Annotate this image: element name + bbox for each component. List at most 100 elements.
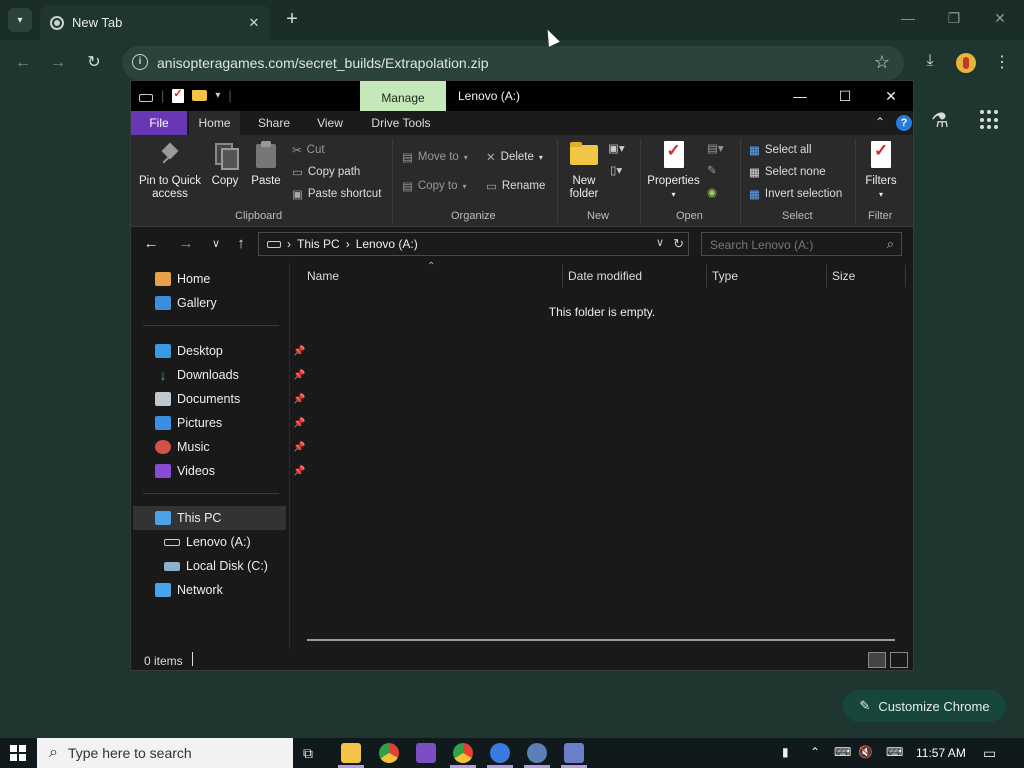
chrome-profile-app-icon[interactable]	[453, 743, 473, 763]
nav-item-videos[interactable]: Videos 📌	[155, 460, 305, 482]
forward-icon[interactable]: →	[47, 52, 69, 74]
new-folder-qat-icon[interactable]	[192, 90, 208, 101]
back-icon[interactable]: ←	[12, 52, 34, 74]
volume-muted-icon[interactable]: 🔇	[858, 745, 873, 759]
rename-button[interactable]: ▭ Rename	[486, 179, 545, 193]
copy-path-button[interactable]: ▭ Copy path	[292, 165, 360, 179]
nav-item-this-pc[interactable]: This PC	[155, 507, 221, 529]
nav-item-gallery[interactable]: Gallery	[155, 292, 217, 314]
column-size[interactable]: Size	[832, 269, 855, 283]
info-icon[interactable]: i	[132, 54, 148, 70]
breadcrumb-this-pc[interactable]: This PC	[297, 237, 340, 251]
notifications-icon[interactable]: ▭	[983, 745, 996, 762]
paste-button[interactable]: Paste	[247, 141, 285, 188]
taskbar-clock[interactable]: 11:57 AM	[916, 746, 966, 760]
filters-button[interactable]: Filters ▾	[862, 141, 900, 201]
forward-icon[interactable]: →	[176, 235, 196, 252]
close-window-icon[interactable]: ✕	[990, 10, 1010, 30]
visual-studio-app-icon[interactable]	[416, 743, 436, 763]
copy-button[interactable]: Copy	[207, 141, 243, 188]
column-divider[interactable]	[706, 265, 707, 287]
properties-qat-icon[interactable]	[172, 87, 185, 103]
chrome-app-icon[interactable]	[379, 743, 399, 763]
horizontal-scrollbar[interactable]	[307, 639, 895, 641]
delete-button[interactable]: ✕ Delete ▾	[486, 150, 543, 164]
file-explorer-app-icon[interactable]	[341, 743, 361, 763]
column-name[interactable]: Name	[307, 269, 339, 283]
help-icon[interactable]: ?	[896, 115, 912, 131]
column-divider[interactable]	[826, 265, 827, 287]
tab-search-button[interactable]: ▾	[8, 8, 32, 32]
collapse-ribbon-icon[interactable]: ⌃	[875, 115, 885, 129]
taskbar-search-input[interactable]: ⌕ Type here to search	[37, 738, 293, 768]
settings-app-icon[interactable]	[527, 743, 547, 763]
move-to-button[interactable]: ▤ Move to ▾	[402, 150, 468, 164]
download-icon[interactable]: ⤓	[919, 52, 941, 74]
refresh-icon[interactable]: ↻	[673, 236, 684, 252]
qat-dropdown-icon[interactable]: ▾	[215, 90, 220, 101]
large-icons-view-button[interactable]	[890, 652, 908, 668]
address-dropdown-icon[interactable]: ∨	[656, 236, 664, 249]
customize-chrome-button[interactable]: ✎ Customize Chrome	[843, 690, 1006, 722]
recent-locations-icon[interactable]: ∨	[206, 237, 226, 250]
invert-selection-button[interactable]: ▦ Invert selection	[749, 187, 842, 201]
menu-icon[interactable]: ⋮	[991, 52, 1013, 74]
nav-item-home[interactable]: Home	[155, 268, 210, 290]
close-icon[interactable]: ✕	[244, 13, 264, 33]
history-button[interactable]: ◉	[707, 185, 717, 199]
keyboard-icon[interactable]: ⌨	[886, 745, 903, 759]
firefox-app-icon[interactable]	[490, 743, 510, 763]
new-item-button[interactable]: ▣▾	[608, 141, 625, 155]
tab-home[interactable]: Home	[189, 111, 240, 135]
restore-icon[interactable]: ❐	[944, 10, 964, 30]
windows-start-icon[interactable]	[10, 745, 26, 761]
network-status-icon[interactable]: ⌨	[834, 745, 851, 759]
column-divider[interactable]	[562, 265, 563, 287]
pin-to-quick-access-button[interactable]: Pin to Quick access	[137, 141, 203, 201]
cut-button[interactable]: ✂ Cut	[292, 143, 325, 157]
tray-app-icon[interactable]: ▮	[782, 745, 789, 759]
column-type[interactable]: Type	[712, 269, 738, 283]
nav-item-downloads[interactable]: ↓ Downloads 📌	[155, 364, 306, 386]
copy-to-button[interactable]: ▤ Copy to ▾	[402, 179, 467, 193]
flask-icon[interactable]: ⚗	[931, 108, 949, 133]
select-all-button[interactable]: ▦ Select all	[749, 143, 812, 157]
tab-file[interactable]: File	[131, 111, 187, 135]
nav-item-lenovo[interactable]: Lenovo (A:)	[164, 531, 251, 553]
address-bar[interactable]: i anisopteragames.com/secret_builds/Extr…	[122, 46, 904, 80]
app-icon[interactable]	[564, 743, 584, 763]
nav-item-desktop[interactable]: Desktop 📌	[155, 340, 305, 362]
column-divider[interactable]	[905, 265, 906, 287]
edit-button[interactable]: ✎	[707, 163, 717, 177]
properties-button[interactable]: Properties ▾	[646, 141, 701, 201]
apps-grid-icon[interactable]	[980, 110, 1000, 130]
reload-icon[interactable]: ↻	[83, 52, 105, 74]
star-icon[interactable]: ☆	[874, 52, 890, 73]
nav-item-network[interactable]: Network	[155, 579, 223, 601]
tab-new-tab[interactable]: New Tab ✕	[40, 5, 270, 40]
tab-share[interactable]: Share	[249, 111, 299, 135]
select-none-button[interactable]: ▦ Select none	[749, 165, 826, 179]
column-date-modified[interactable]: Date modified	[568, 269, 642, 283]
new-folder-button[interactable]: New folder	[565, 141, 603, 201]
up-icon[interactable]: ↑	[231, 235, 251, 252]
search-input[interactable]: Search Lenovo (A:) ⌕	[701, 232, 902, 256]
nav-item-documents[interactable]: Documents 📌	[155, 388, 305, 410]
nav-item-music[interactable]: Music 📌	[155, 436, 305, 458]
breadcrumb-lenovo[interactable]: Lenovo (A:)	[356, 237, 418, 251]
tab-view[interactable]: View	[307, 111, 353, 135]
tab-drive-tools[interactable]: Drive Tools	[365, 111, 437, 135]
nav-item-local-disk[interactable]: Local Disk (C:)	[164, 555, 268, 577]
manage-contextual-tab[interactable]: Manage	[360, 81, 446, 111]
profile-avatar[interactable]	[956, 53, 976, 73]
task-view-icon[interactable]: ⧉	[303, 745, 313, 762]
address-bar[interactable]: › This PC › Lenovo (A:) ∨ ↻	[258, 232, 689, 256]
close-icon[interactable]: ✕	[881, 86, 901, 106]
paste-shortcut-button[interactable]: ▣ Paste shortcut	[292, 187, 381, 201]
open-button[interactable]: ▤▾	[707, 141, 724, 155]
easy-access-button[interactable]: ▯▾	[610, 163, 622, 177]
maximize-icon[interactable]: ☐	[835, 86, 855, 106]
minimize-icon[interactable]: —	[898, 10, 918, 30]
nav-item-pictures[interactable]: Pictures 📌	[155, 412, 305, 434]
show-hidden-icons-icon[interactable]: ⌃	[810, 745, 820, 759]
